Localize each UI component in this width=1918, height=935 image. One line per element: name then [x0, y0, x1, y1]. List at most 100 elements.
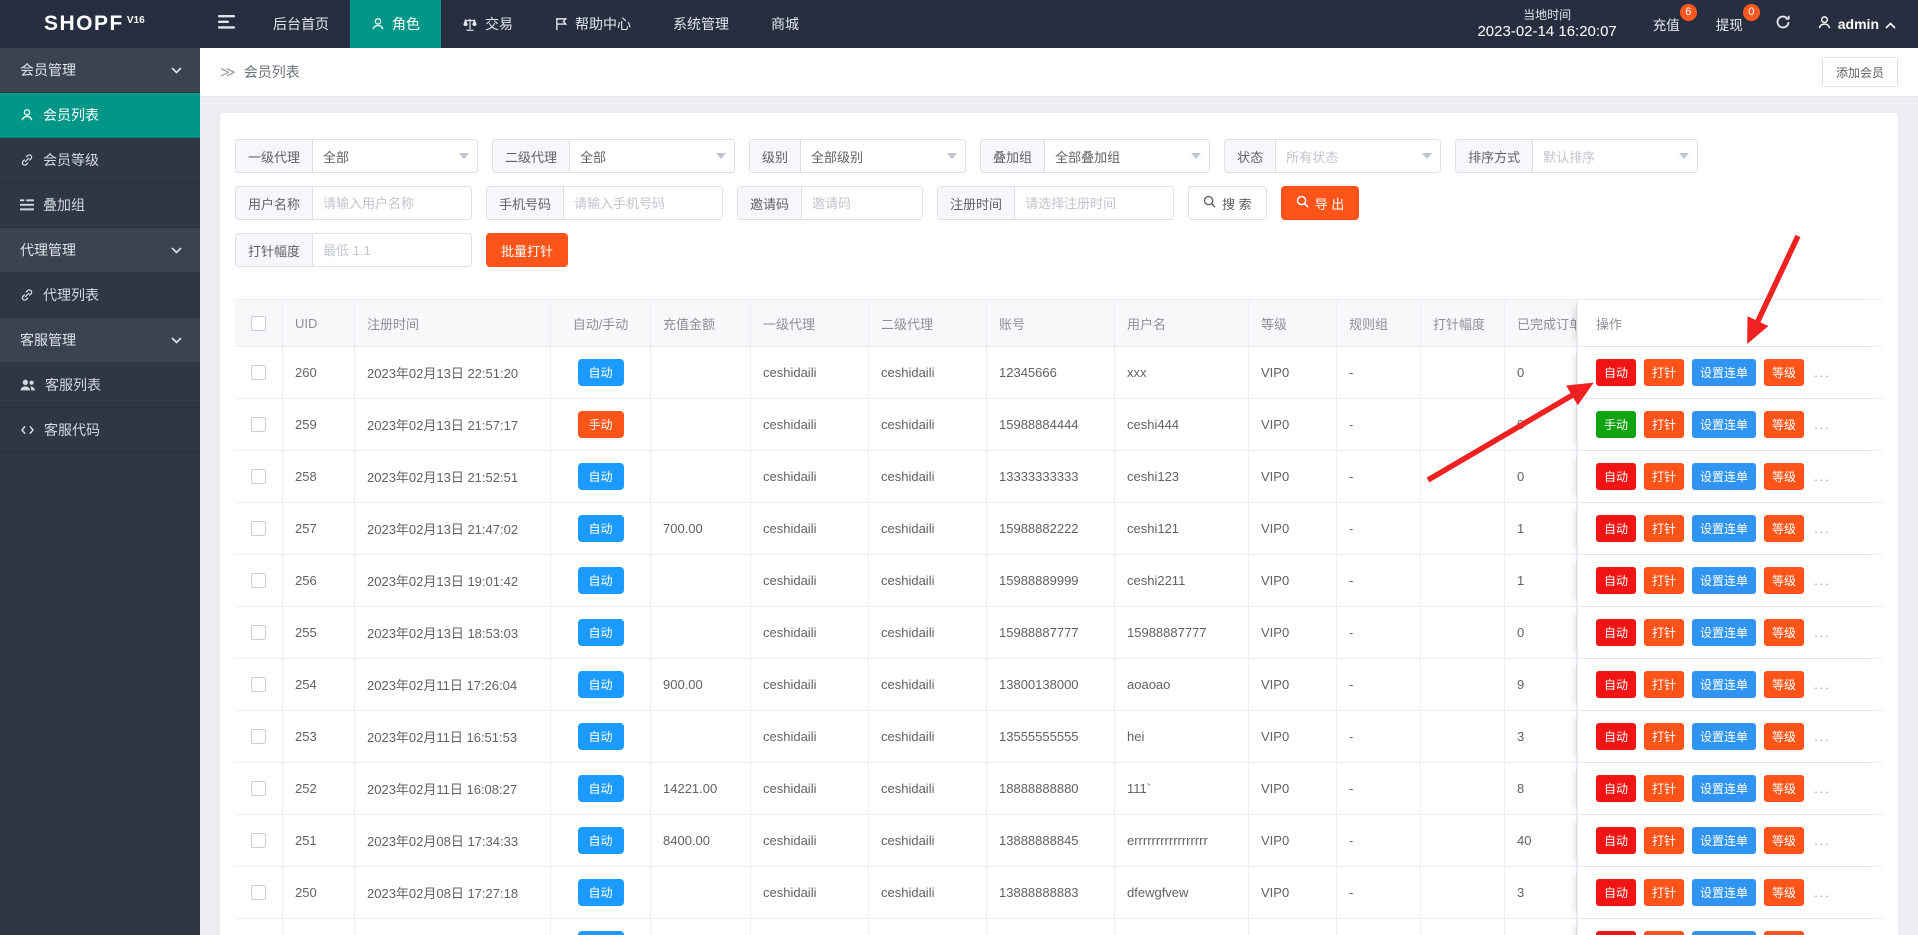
- level-select[interactable]: 全部级别: [801, 140, 965, 172]
- more-actions[interactable]: ...: [1814, 573, 1831, 588]
- set-combo-button[interactable]: 设置连单: [1692, 671, 1756, 698]
- sort-select[interactable]: 默认排序: [1533, 140, 1697, 172]
- inject-button[interactable]: 打针: [1644, 515, 1684, 542]
- set-combo-button[interactable]: 设置连单: [1692, 723, 1756, 750]
- level-button[interactable]: 等级: [1764, 827, 1804, 854]
- more-actions[interactable]: ...: [1814, 417, 1831, 432]
- sidebar-item-member-level[interactable]: 会员等级: [0, 138, 200, 183]
- set-combo-button[interactable]: 设置连单: [1692, 359, 1756, 386]
- more-actions[interactable]: ...: [1814, 469, 1831, 484]
- sidebar-group-agent-management[interactable]: 代理管理: [0, 228, 200, 273]
- inject-button[interactable]: 打针: [1644, 567, 1684, 594]
- inject-button[interactable]: 打针: [1644, 775, 1684, 802]
- row-checkbox[interactable]: [251, 677, 266, 692]
- nav-item-mall[interactable]: 商城: [750, 0, 820, 48]
- level-button[interactable]: 等级: [1764, 515, 1804, 542]
- phone-input[interactable]: [564, 187, 722, 219]
- row-checkbox[interactable]: [251, 521, 266, 536]
- toggle-mode-button[interactable]: 手动: [1596, 411, 1636, 438]
- level-button[interactable]: 等级: [1764, 619, 1804, 646]
- sidebar-item-support-code[interactable]: 客服代码: [0, 408, 200, 453]
- inject-button[interactable]: 打针: [1644, 463, 1684, 490]
- level-button[interactable]: 等级: [1764, 567, 1804, 594]
- toggle-mode-button[interactable]: 自动: [1596, 463, 1636, 490]
- nav-item-dashboard-home[interactable]: 后台首页: [252, 0, 350, 48]
- toggle-mode-button[interactable]: 自动: [1596, 879, 1636, 906]
- toggle-mode-button[interactable]: 自动: [1596, 359, 1636, 386]
- toggle-mode-button[interactable]: 自动: [1596, 723, 1636, 750]
- inject-button[interactable]: 打针: [1644, 827, 1684, 854]
- user-menu[interactable]: admin: [1805, 0, 1918, 48]
- row-checkbox[interactable]: [251, 625, 266, 640]
- row-checkbox[interactable]: [251, 365, 266, 380]
- level-button[interactable]: 等级: [1764, 931, 1804, 935]
- sidebar-item-support-list[interactable]: 客服列表: [0, 363, 200, 408]
- set-combo-button[interactable]: 设置连单: [1692, 463, 1756, 490]
- search-button[interactable]: 搜 索: [1188, 186, 1267, 220]
- agent2-select[interactable]: 全部: [570, 140, 734, 172]
- more-actions[interactable]: ...: [1814, 365, 1831, 380]
- sidebar-group-member-management[interactable]: 会员管理: [0, 48, 200, 93]
- row-checkbox[interactable]: [251, 573, 266, 588]
- set-combo-button[interactable]: 设置连单: [1692, 619, 1756, 646]
- level-button[interactable]: 等级: [1764, 411, 1804, 438]
- row-checkbox[interactable]: [251, 729, 266, 744]
- set-combo-button[interactable]: 设置连单: [1692, 567, 1756, 594]
- toggle-mode-button[interactable]: 自动: [1596, 567, 1636, 594]
- toggle-mode-button[interactable]: 自动: [1596, 671, 1636, 698]
- refresh-button[interactable]: [1761, 0, 1805, 48]
- set-combo-button[interactable]: 设置连单: [1692, 931, 1756, 935]
- withdraw-button[interactable]: 提现 0: [1698, 0, 1761, 48]
- nav-item-role[interactable]: 角色: [350, 0, 441, 48]
- more-actions[interactable]: ...: [1814, 729, 1831, 744]
- level-button[interactable]: 等级: [1764, 723, 1804, 750]
- inject-button[interactable]: 打针: [1644, 411, 1684, 438]
- row-checkbox[interactable]: [251, 417, 266, 432]
- sidebar-item-member-list[interactable]: 会员列表: [0, 93, 200, 138]
- toggle-mode-button[interactable]: 自动: [1596, 619, 1636, 646]
- sidebar-group-support-management[interactable]: 客服管理: [0, 318, 200, 363]
- set-combo-button[interactable]: 设置连单: [1692, 827, 1756, 854]
- add-member-button[interactable]: 添加会员: [1822, 57, 1898, 87]
- invite-code-input[interactable]: [802, 187, 922, 219]
- set-combo-button[interactable]: 设置连单: [1692, 515, 1756, 542]
- inject-button[interactable]: 打针: [1644, 723, 1684, 750]
- level-button[interactable]: 等级: [1764, 463, 1804, 490]
- inject-button[interactable]: 打针: [1644, 359, 1684, 386]
- toggle-mode-button[interactable]: 自动: [1596, 775, 1636, 802]
- inject-range-input[interactable]: [313, 234, 471, 266]
- nav-item-help-center[interactable]: 帮助中心: [534, 0, 652, 48]
- row-checkbox[interactable]: [251, 885, 266, 900]
- nav-item-system-management[interactable]: 系统管理: [652, 0, 750, 48]
- toggle-mode-button[interactable]: 自动: [1596, 515, 1636, 542]
- row-checkbox[interactable]: [251, 833, 266, 848]
- export-button[interactable]: 导 出: [1281, 186, 1360, 220]
- inject-button[interactable]: 打针: [1644, 879, 1684, 906]
- row-checkbox[interactable]: [251, 469, 266, 484]
- level-button[interactable]: 等级: [1764, 359, 1804, 386]
- select-all-checkbox[interactable]: [251, 316, 266, 331]
- toggle-mode-button[interactable]: 自动: [1596, 827, 1636, 854]
- set-combo-button[interactable]: 设置连单: [1692, 775, 1756, 802]
- more-actions[interactable]: ...: [1814, 625, 1831, 640]
- inject-button[interactable]: 打针: [1644, 671, 1684, 698]
- set-combo-button[interactable]: 设置连单: [1692, 879, 1756, 906]
- username-input[interactable]: [313, 187, 471, 219]
- row-checkbox[interactable]: [251, 781, 266, 796]
- sidebar-item-agent-list[interactable]: 代理列表: [0, 273, 200, 318]
- toggle-mode-button[interactable]: 自动: [1596, 931, 1636, 935]
- more-actions[interactable]: ...: [1814, 833, 1831, 848]
- recharge-button[interactable]: 充值 6: [1635, 0, 1698, 48]
- level-button[interactable]: 等级: [1764, 879, 1804, 906]
- more-actions[interactable]: ...: [1814, 677, 1831, 692]
- more-actions[interactable]: ...: [1814, 781, 1831, 796]
- agent1-select[interactable]: 全部: [313, 140, 477, 172]
- reg-time-input[interactable]: [1015, 187, 1173, 219]
- batch-inject-button[interactable]: 批量打针: [486, 233, 568, 267]
- level-button[interactable]: 等级: [1764, 775, 1804, 802]
- nav-item-trade[interactable]: 交易: [441, 0, 534, 48]
- more-actions[interactable]: ...: [1814, 885, 1831, 900]
- sidebar-item-stack-group[interactable]: 叠加组: [0, 183, 200, 228]
- inject-button[interactable]: 打针: [1644, 619, 1684, 646]
- sidebar-toggle-button[interactable]: [200, 0, 252, 48]
